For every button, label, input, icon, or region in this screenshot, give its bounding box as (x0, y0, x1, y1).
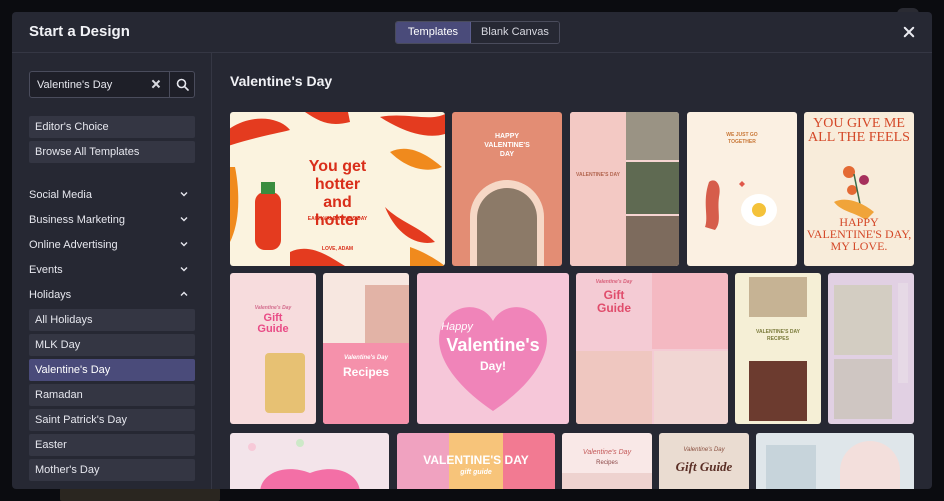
sidebar-item-valentines-day[interactable]: Valentine's Day (29, 359, 195, 381)
search-icon (176, 78, 189, 91)
template-headline: VALENTINE'S DAY (576, 172, 620, 178)
template-headline: Gift Guide (596, 288, 631, 315)
template-headline: Gift Guide (675, 459, 733, 474)
template-card-gift-guide-perfume[interactable]: Valentine's Day Gift Guide (230, 273, 316, 424)
category-label: Holidays (29, 289, 72, 301)
bottle-photo (834, 359, 892, 419)
template-card-vday-gift-guide-stripes[interactable]: VALENTINE'S DAY gift guide (397, 433, 555, 489)
category-events[interactable]: Events (29, 259, 195, 281)
mode-toggle: Templates Blank Canvas (395, 21, 560, 44)
template-headline: HAPPY VALENTINE'S DAY (484, 133, 530, 158)
template-card-hotter[interactable]: You get hotter and hotter EACH VALENTINE… (230, 112, 445, 266)
template-card-bacon-egg[interactable]: WE JUST GO TOGETHER (687, 112, 797, 266)
landscape-photo (626, 112, 679, 160)
landscape-photo (626, 162, 679, 214)
photo-strip (562, 473, 652, 489)
template-card-recipes-macarons[interactable]: Valentine's Day Recipes (323, 273, 409, 424)
modal-title: Start a Design (29, 23, 130, 40)
template-gallery: Valentine's Day You get hotter and hotte… (213, 53, 932, 489)
template-script: Valentine's Day (683, 447, 725, 453)
cake-photo (749, 361, 807, 421)
sidebar-item-all-holidays[interactable]: All Holidays (29, 309, 195, 331)
template-card-vday-soaps[interactable] (828, 273, 914, 424)
template-headline: VALENTINE'S DAY RECIPES (756, 329, 800, 342)
template-subtitle: gift guide (460, 469, 492, 476)
template-script: Happy (441, 321, 473, 333)
template-script: Valentine's Day (344, 355, 388, 361)
start-design-modal: Start a Design Templates Blank Canvas Ed… (12, 12, 932, 489)
product-photo (576, 351, 652, 424)
template-card-drinks-photo[interactable] (756, 433, 914, 489)
category-label: Social Media (29, 189, 92, 201)
macaron-photo (365, 285, 409, 345)
category-sidebar: Editor's Choice Browse All Templates Soc… (12, 53, 212, 489)
sidebar-item-mlk-day[interactable]: MLK Day (29, 334, 195, 356)
template-card-all-the-feels[interactable]: YOU GIVE ME ALL THE FEELS HAPPY VALENTIN… (804, 112, 914, 266)
template-headline: Gift Guide (257, 312, 289, 335)
tab-blank-canvas[interactable]: Blank Canvas (471, 22, 559, 43)
category-business-marketing[interactable]: Business Marketing (29, 209, 195, 231)
category-online-advertising[interactable]: Online Advertising (29, 234, 195, 256)
template-headline: Recipes (342, 365, 390, 379)
soap-photo (834, 285, 892, 355)
sidebar-item-easter[interactable]: Easter (29, 434, 195, 456)
category-holidays[interactable]: Holidays (29, 284, 195, 306)
category-label: Online Advertising (29, 239, 118, 251)
template-card-gift-guide-script[interactable]: Valentine's Day Gift Guide (659, 433, 749, 489)
template-headline: Valentine's (446, 335, 540, 355)
close-icon[interactable] (901, 24, 917, 40)
template-card-candy-hearts[interactable] (230, 433, 389, 489)
template-subtitle: EACH VALENTINE'S DAY (307, 216, 368, 222)
chevron-up-icon (180, 291, 188, 296)
template-script: Valentine's Day (595, 279, 633, 285)
template-card-happy-vday-heart[interactable]: Happy Valentine's Day! (417, 273, 569, 424)
sidebar-item-mothers-day[interactable]: Mother's Day (29, 459, 195, 481)
category-label: Events (29, 264, 63, 276)
couple-photo (477, 188, 537, 266)
chevron-down-icon (180, 217, 188, 222)
clear-search-icon[interactable] (149, 77, 163, 91)
background-thumbnail (60, 488, 220, 501)
serum-photo (654, 351, 728, 424)
glass-photo (766, 445, 816, 489)
chevron-down-icon (180, 242, 188, 247)
chevron-down-icon (180, 192, 188, 197)
sidebar-item-ramadan[interactable]: Ramadan (29, 384, 195, 406)
text-panel (570, 112, 626, 266)
sidebar-item-saint-patricks-day[interactable]: Saint Patrick's Day (29, 409, 195, 431)
template-card-recipes-script[interactable]: Valentine's Day Recipes (562, 433, 652, 489)
category-label: Business Marketing (29, 214, 125, 226)
template-card-vday-recipes-cake[interactable]: VALENTINE'S DAY RECIPES (735, 273, 821, 424)
category-social-media[interactable]: Social Media (29, 184, 195, 206)
chevron-down-icon (180, 267, 188, 272)
perfume-bottle (265, 353, 305, 413)
template-card-vday-collage[interactable]: VALENTINE'S DAY (570, 112, 679, 266)
browse-all-templates-link[interactable]: Browse All Templates (29, 141, 195, 163)
strawberry-photo (749, 277, 807, 317)
template-script: Valentine's Day (582, 449, 632, 456)
bacon-egg-illustration (705, 180, 777, 230)
vertical-title (898, 283, 908, 383)
template-tail: Day! (479, 359, 506, 373)
template-card-happy-vday-photo[interactable]: HAPPY VALENTINE'S DAY (452, 112, 562, 266)
headphones-photo (652, 273, 728, 349)
search-button[interactable] (169, 72, 195, 97)
search-box (29, 71, 195, 98)
template-card-gift-guide-collage[interactable]: Valentine's Day Gift Guide (576, 273, 728, 424)
tab-templates[interactable]: Templates (396, 22, 471, 43)
modal-header: Start a Design Templates Blank Canvas (12, 12, 932, 53)
template-headline: Recipes (596, 460, 618, 466)
landscape-photo (626, 216, 679, 266)
template-headline: VALENTINE'S DAY (423, 453, 529, 467)
drink-photo (840, 441, 900, 489)
heart-icon (248, 439, 360, 489)
template-footer-text: HAPPY VALENTINE'S DAY, MY LOVE. (806, 215, 912, 253)
editors-choice-link[interactable]: Editor's Choice (29, 116, 195, 138)
template-signature: LOVE, ADAM (321, 246, 354, 252)
template-script: Valentine's Day (254, 305, 292, 311)
gallery-title: Valentine's Day (230, 73, 333, 89)
